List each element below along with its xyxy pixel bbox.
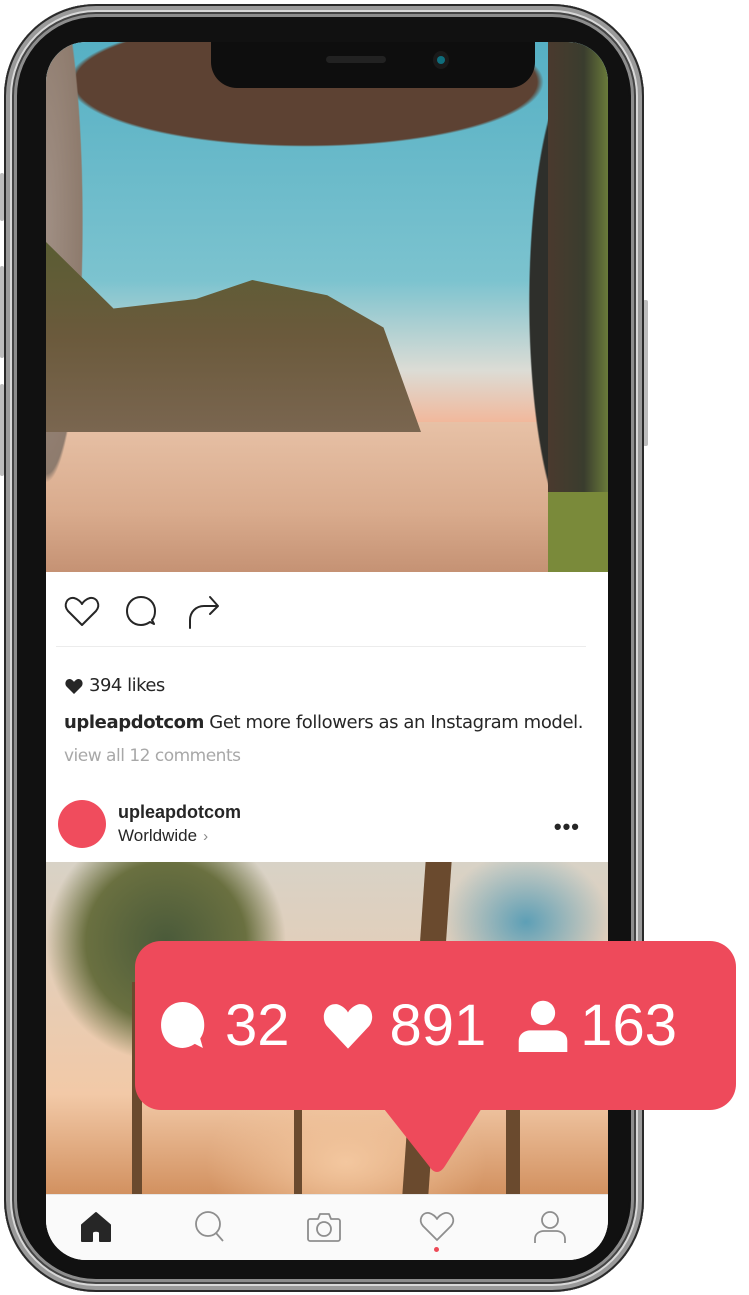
- more-options-button[interactable]: •••: [554, 814, 580, 840]
- search-icon: [195, 1211, 224, 1242]
- heart-outline-icon: [64, 596, 100, 626]
- tab-activity[interactable]: [417, 1207, 457, 1247]
- stat-likes: 891: [320, 992, 517, 1059]
- post-location[interactable]: Worldwide ›: [118, 826, 208, 846]
- post-caption: upleapdotcom Get more followers as an In…: [64, 712, 583, 733]
- post-header: upleapdotcom Worldwide › •••: [46, 792, 608, 862]
- tab-search[interactable]: [190, 1207, 230, 1247]
- camera-icon: [307, 1213, 341, 1242]
- heart-filled-icon: [323, 1004, 372, 1049]
- likes-count[interactable]: 394 likes: [64, 675, 165, 696]
- comment-button[interactable]: [122, 592, 162, 632]
- comment-outline-icon: [126, 596, 156, 626]
- chevron-right-icon: ›: [203, 828, 209, 845]
- location-text: Worldwide: [118, 826, 198, 845]
- view-all-comments-link[interactable]: view all 12 comments: [64, 746, 241, 766]
- share-arrow-icon: [189, 596, 219, 629]
- tab-profile[interactable]: [530, 1207, 570, 1247]
- heart-icon: [419, 1212, 455, 1241]
- caption-text: Get more followers as an Instagram model…: [203, 712, 584, 733]
- speaker-grille: [326, 56, 386, 63]
- share-button[interactable]: [184, 592, 224, 632]
- caption-username[interactable]: upleapdotcom: [64, 712, 204, 733]
- tab-camera[interactable]: [304, 1207, 344, 1247]
- user-filled-icon: [518, 1000, 568, 1052]
- stat-comments: 32: [157, 992, 320, 1059]
- likes-count-bubble: 891: [389, 992, 487, 1058]
- notification-bubble-tail: [377, 1100, 487, 1172]
- profile-icon: [534, 1211, 566, 1243]
- avatar[interactable]: [58, 800, 106, 848]
- stat-followers: 163: [516, 992, 677, 1059]
- activity-badge-dot: [434, 1247, 439, 1252]
- comment-filled-icon: [161, 1002, 205, 1048]
- actions-divider: [56, 646, 586, 647]
- followers-count: 163: [580, 992, 678, 1058]
- home-icon: [81, 1212, 111, 1242]
- notification-stats: 32 891 163: [157, 993, 677, 1058]
- likes-text: 394 likes: [89, 675, 165, 696]
- tent-flap: [548, 42, 608, 572]
- bottom-tab-bar: [46, 1194, 608, 1260]
- tab-home[interactable]: [76, 1207, 116, 1247]
- like-button[interactable]: [62, 592, 102, 632]
- cliff-shape: [46, 242, 421, 432]
- heart-filled-icon: [65, 678, 83, 694]
- post-username[interactable]: upleapdotcom: [118, 802, 241, 823]
- comments-count: 32: [225, 992, 290, 1058]
- post-actions: [46, 572, 608, 646]
- notification-bubble: 32 891 163: [135, 941, 736, 1110]
- post-image-beach[interactable]: [46, 42, 608, 572]
- notch: [211, 42, 535, 88]
- front-camera: [433, 51, 449, 69]
